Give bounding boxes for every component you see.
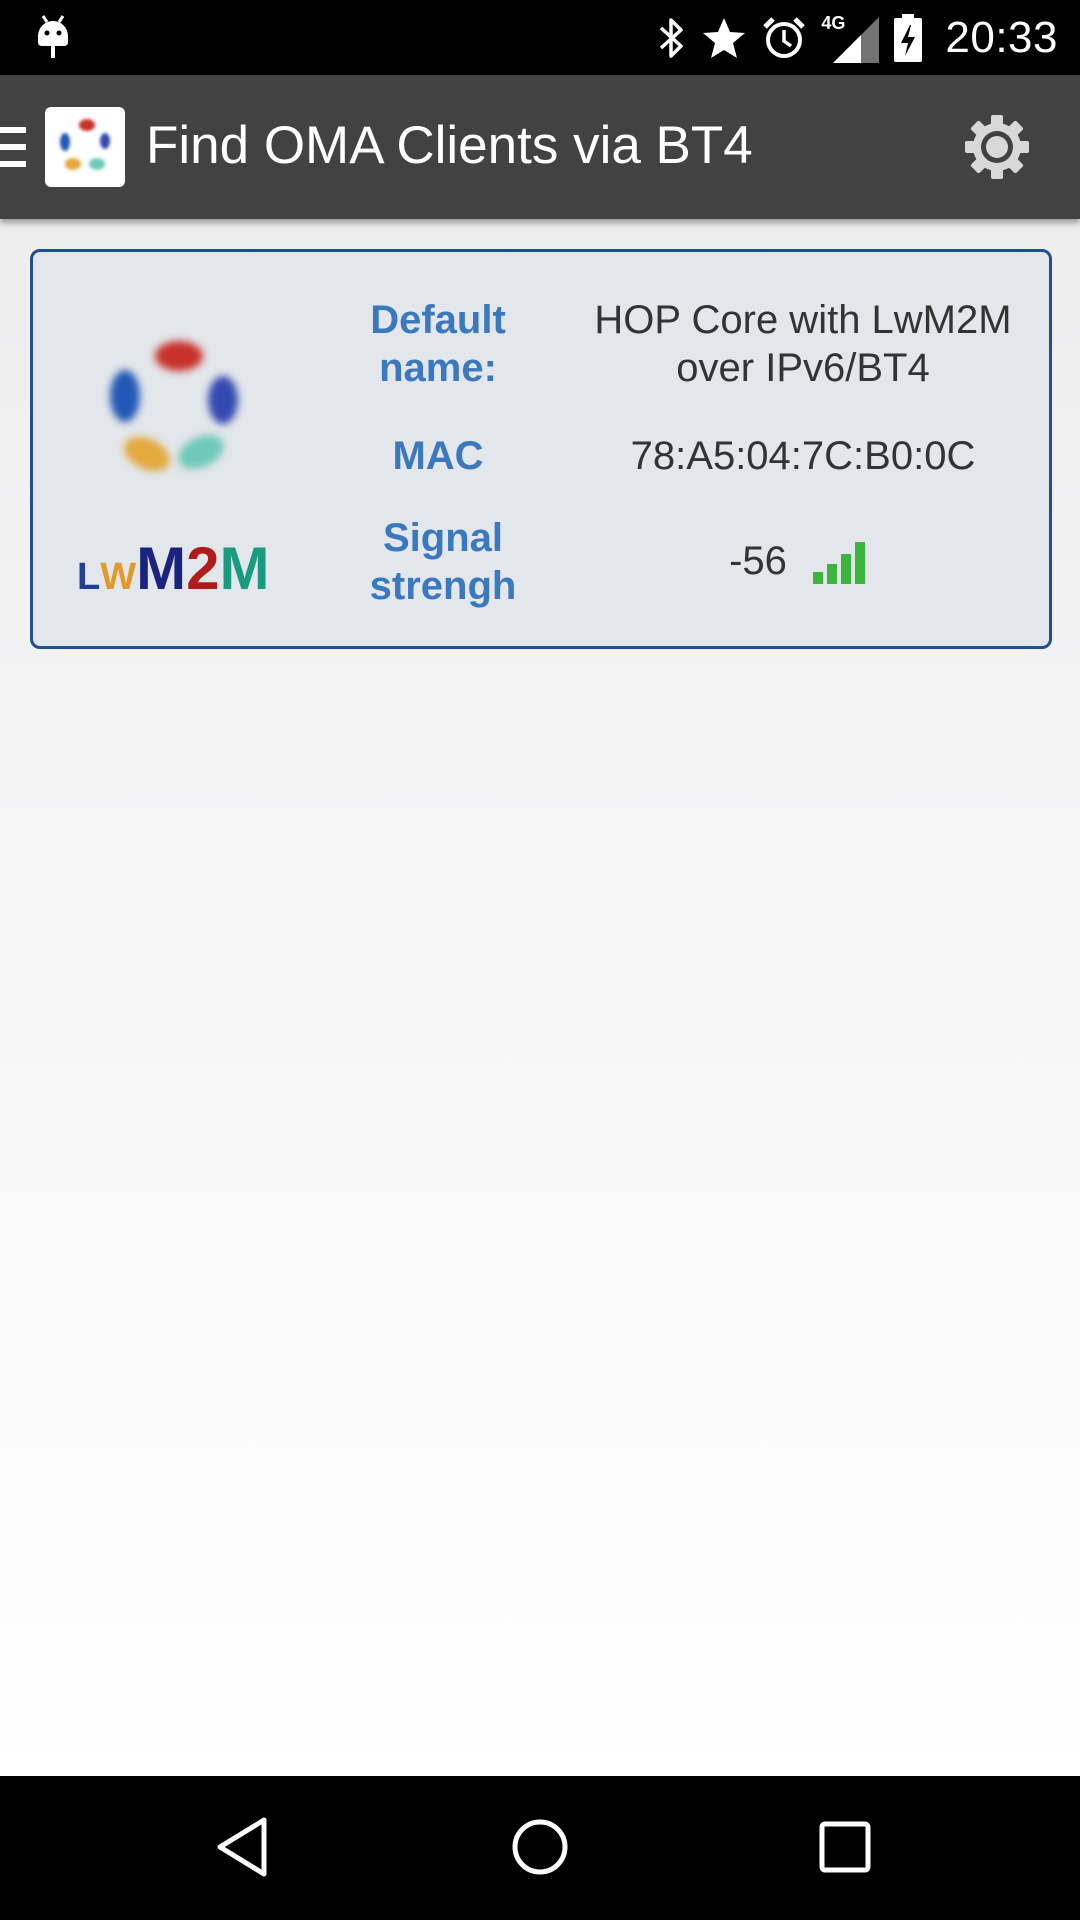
battery-charging-icon	[894, 13, 923, 62]
recents-icon[interactable]	[810, 1812, 880, 1882]
signal-icon: 4G	[821, 12, 880, 63]
app-icon[interactable]	[45, 107, 125, 187]
alarm-icon	[763, 16, 806, 58]
navigation-bar	[0, 1776, 1080, 1920]
default-name-label: Default name:	[370, 298, 506, 390]
signal-strength-label: Signal strengh	[369, 516, 517, 608]
android-debug-icon	[38, 15, 68, 58]
home-icon[interactable]	[505, 1812, 575, 1882]
mac-label: MAC	[392, 434, 484, 478]
app-toolbar: Find OMA Clients via BT4	[0, 75, 1080, 219]
mac-value: 78:A5:04:7C:B0:0C	[630, 434, 976, 478]
oma-logo-icon	[110, 341, 238, 471]
network-type-label: 4G	[821, 12, 846, 33]
menu-icon[interactable]	[0, 127, 26, 167]
settings-icon[interactable]	[961, 111, 1033, 183]
lwm2m-logo: LWM2M	[77, 535, 270, 602]
default-name-value: HOP Core with LwM2M over IPv6/BT4	[594, 298, 1012, 390]
back-icon[interactable]	[212, 1812, 272, 1882]
star-icon	[703, 17, 746, 58]
status-bar: 4G 20:33	[0, 0, 1080, 75]
clock: 20:33	[945, 12, 1058, 62]
signal-bars-icon	[813, 542, 865, 584]
device-card[interactable]: LWM2M Default name: HOP Core with LwM2M …	[30, 249, 1052, 649]
signal-strength-value: -56	[729, 539, 787, 583]
device-list: LWM2M Default name: HOP Core with LwM2M …	[0, 219, 1080, 1776]
bluetooth-icon	[660, 17, 684, 58]
page-title: Find OMA Clients via BT4	[146, 116, 753, 175]
